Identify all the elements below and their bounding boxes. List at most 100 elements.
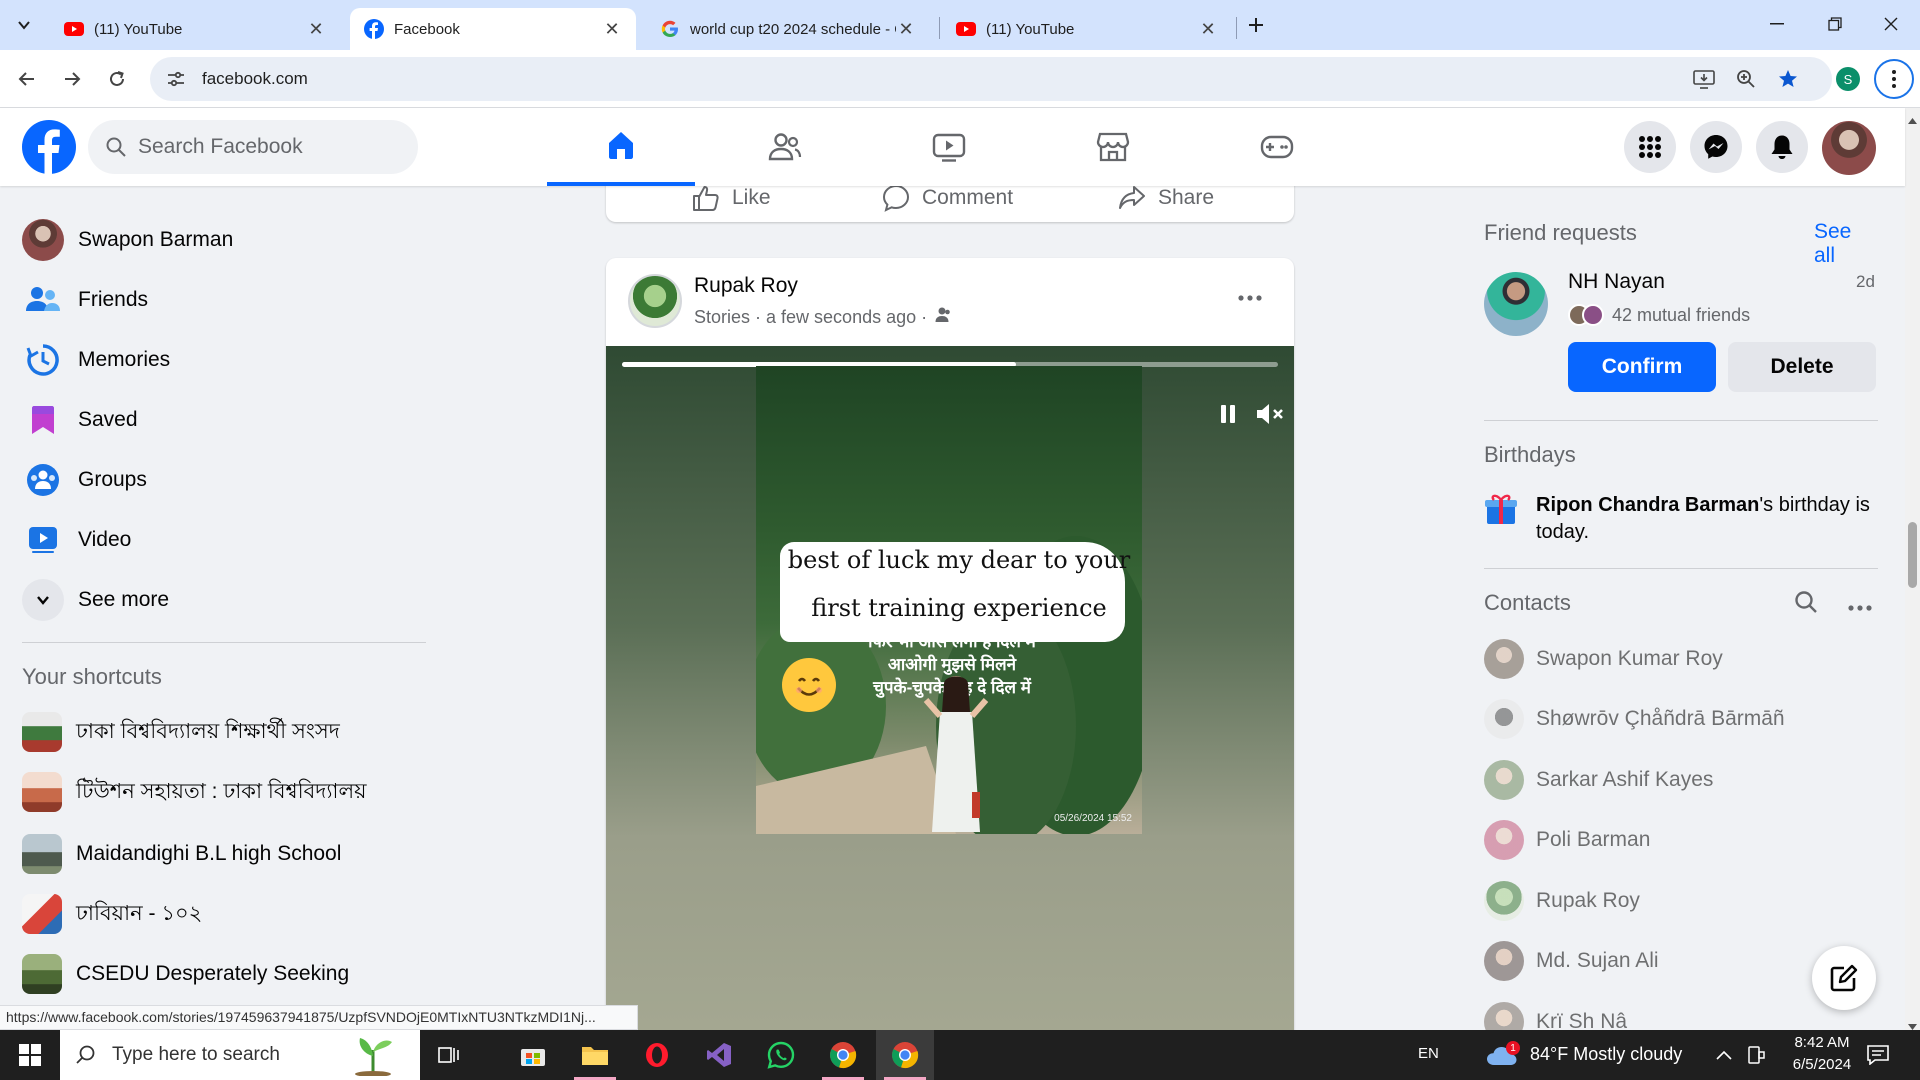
scroll-up-arrow-icon[interactable]: [1908, 112, 1917, 124]
tab-close-icon[interactable]: ✕: [1198, 19, 1218, 39]
whatsapp-icon[interactable]: [752, 1030, 810, 1080]
shortcut-item[interactable]: Maidandighi B.L high School: [10, 826, 420, 882]
file-explorer-icon[interactable]: [566, 1030, 624, 1080]
shortcut-item[interactable]: টিউশন সহায়তা : ঢাকা বিশ্ববিদ্যালয়: [10, 764, 420, 820]
contacts-search-icon[interactable]: [1794, 590, 1824, 620]
sidebar-item-video[interactable]: Video: [10, 512, 420, 568]
sidebar-item-groups[interactable]: Groups: [10, 452, 420, 508]
messenger-icon[interactable]: [1690, 121, 1742, 173]
taskbar-search-input[interactable]: Type here to search: [60, 1030, 420, 1080]
clock-date[interactable]: 6/5/2024: [1780, 1056, 1864, 1073]
new-message-button[interactable]: [1812, 946, 1876, 1010]
minimize-icon[interactable]: [1748, 0, 1806, 48]
shortcut-item[interactable]: CSEDU Desperately Seeking: [10, 946, 420, 1002]
forward-arrow-icon[interactable]: [56, 63, 88, 95]
page-scrollbar[interactable]: [1905, 108, 1920, 1030]
nav-video[interactable]: [875, 108, 1023, 186]
contact-avatar: [1484, 760, 1524, 800]
story-media[interactable]: best of luck my dear to your first train…: [606, 346, 1294, 1030]
shortcut-item[interactable]: ঢাবিয়ান - ১০২: [10, 886, 420, 942]
mute-speaker-icon[interactable]: [1252, 396, 1288, 432]
shortcut-item[interactable]: ঢাকা বিশ্ববিদ্যালয় শিক্ষার্থী সংসদ: [10, 704, 420, 760]
sidebar-item-friends[interactable]: Friends: [10, 272, 420, 328]
contact-item[interactable]: Swapon Kumar Roy: [1484, 629, 1878, 689]
tab-close-icon[interactable]: ✕: [896, 19, 916, 39]
see-all-link[interactable]: See all: [1814, 220, 1878, 268]
shortcut-label: ঢাবিয়ান - ১০২: [76, 901, 203, 925]
close-window-icon[interactable]: [1862, 0, 1920, 48]
zoom-icon[interactable]: [1728, 57, 1764, 101]
home-icon: [609, 132, 633, 159]
nav-home[interactable]: [547, 108, 695, 186]
delete-button[interactable]: Delete: [1728, 342, 1876, 392]
birthday-name[interactable]: Ripon Chandra Barman: [1536, 494, 1759, 516]
address-bar[interactable]: facebook.com: [150, 57, 1832, 101]
sidebar-see-more[interactable]: See more: [10, 572, 420, 628]
nav-friends[interactable]: [711, 108, 859, 186]
tab-close-icon[interactable]: ✕: [602, 19, 622, 39]
back-arrow-icon[interactable]: [11, 63, 43, 95]
nav-marketplace[interactable]: [1039, 108, 1187, 186]
scroll-down-arrow-icon[interactable]: [1908, 1018, 1917, 1030]
facebook-logo-icon[interactable]: [22, 120, 76, 174]
browser-tab-facebook[interactable]: Facebook ✕: [350, 8, 636, 50]
notification-center-icon[interactable]: [1866, 1043, 1890, 1067]
contact-item[interactable]: Shøwrōv Çhåñdrā Bārmāñ: [1484, 689, 1878, 749]
input-language[interactable]: EN: [1418, 1045, 1439, 1062]
clock-time[interactable]: 8:42 AM: [1780, 1034, 1864, 1051]
chrome-icon[interactable]: [814, 1030, 872, 1080]
account-avatar[interactable]: [1822, 121, 1876, 175]
mutual-friends-count: 42 mutual friends: [1612, 304, 1751, 325]
chrome-active-icon[interactable]: [876, 1030, 934, 1080]
shortcut-thumbnail: [22, 712, 62, 752]
bookmark-star-icon[interactable]: [1770, 57, 1806, 101]
menu-grid-icon[interactable]: [1624, 121, 1676, 173]
more-options-dots-icon[interactable]: [1230, 286, 1270, 310]
friend-request-avatar[interactable]: [1484, 272, 1548, 336]
microsoft-store-icon[interactable]: [504, 1030, 562, 1080]
tab-search-chevron-icon[interactable]: [8, 9, 40, 41]
saved-bookmark-icon: [22, 399, 64, 441]
sidebar-item-memories[interactable]: Memories: [10, 332, 420, 388]
friend-request-name[interactable]: NH Nayan: [1568, 270, 1665, 294]
new-tab-plus-icon[interactable]: [1242, 11, 1270, 39]
facebook-search-input[interactable]: Search Facebook: [88, 120, 418, 174]
scrollbar-thumb[interactable]: [1908, 522, 1917, 588]
smiling-emoji-icon: [782, 658, 836, 712]
browser-profile-avatar[interactable]: S: [1836, 67, 1860, 91]
browser-tab-youtube-2[interactable]: (11) YouTube ✕: [942, 8, 1232, 50]
story-author-avatar[interactable]: [628, 274, 682, 328]
weather-text[interactable]: 84°F Mostly cloudy: [1530, 1044, 1682, 1065]
opera-browser-icon[interactable]: [628, 1030, 686, 1080]
share-button[interactable]: Share: [1118, 186, 1214, 222]
notifications-bell-icon[interactable]: [1756, 121, 1808, 173]
browser-tab-youtube-1[interactable]: (11) YouTube ✕: [50, 8, 340, 50]
photo-timestamp: 05/26/2024 15:52: [1054, 813, 1132, 824]
windows-start-icon[interactable]: [10, 1039, 50, 1071]
contact-item[interactable]: Sarkar Ashif Kayes: [1484, 750, 1878, 810]
pause-icon[interactable]: [1210, 396, 1246, 432]
nav-gaming[interactable]: [1203, 108, 1351, 186]
mutual-friends: 42 mutual friends: [1568, 304, 1750, 326]
sidebar-item-saved[interactable]: Saved: [10, 392, 420, 448]
contact-item[interactable]: Poli Barman: [1484, 810, 1878, 870]
story-author-name[interactable]: Rupak Roy: [694, 274, 798, 298]
show-hidden-icons-chevron-icon[interactable]: [1712, 1043, 1736, 1067]
visual-studio-icon[interactable]: [690, 1030, 748, 1080]
browser-tab-google[interactable]: world cup t20 2024 schedule - Google ✕: [646, 8, 930, 50]
sidebar-item-profile[interactable]: Swapon Barman: [10, 212, 420, 268]
browser-menu-dots-icon[interactable]: [1874, 59, 1914, 99]
device-status-icon[interactable]: [1744, 1043, 1768, 1067]
contacts-more-dots-icon[interactable]: [1848, 598, 1876, 611]
confirm-button[interactable]: Confirm: [1568, 342, 1716, 392]
tab-close-icon[interactable]: ✕: [306, 19, 326, 39]
site-info-tune-icon[interactable]: [164, 67, 188, 91]
reload-icon[interactable]: [101, 63, 133, 95]
install-app-icon[interactable]: [1686, 57, 1722, 101]
like-button[interactable]: Like: [692, 186, 771, 222]
gift-icon: [1484, 492, 1518, 526]
task-view-icon[interactable]: [420, 1030, 478, 1080]
contact-item[interactable]: Rupak Roy: [1484, 871, 1878, 931]
comment-button[interactable]: Comment: [882, 186, 1013, 222]
restore-icon[interactable]: [1806, 0, 1864, 48]
